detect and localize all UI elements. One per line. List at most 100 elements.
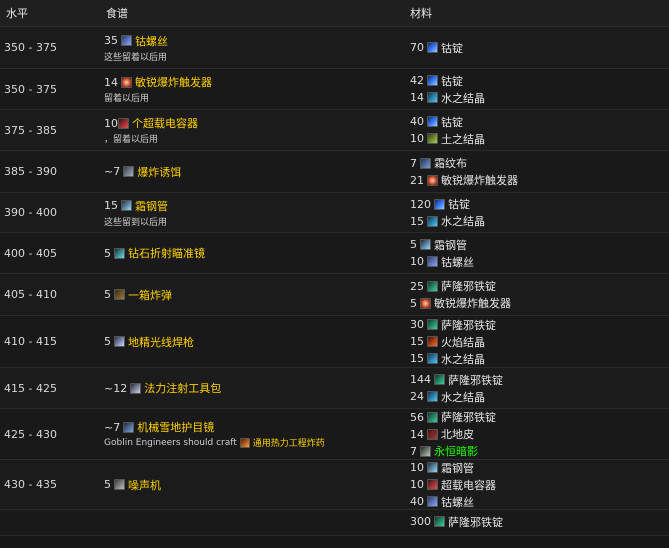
material-link[interactable]: 钴锭 <box>441 73 463 89</box>
material-link[interactable]: 萨隆邪铁锭 <box>441 409 496 425</box>
recipe-link[interactable]: 钴螺丝 <box>135 33 168 49</box>
materials-cell: 25 萨隆邪铁锭 5 敏锐爆炸触发器 <box>404 278 669 312</box>
recipe-note-text: 这些留到以后用 <box>104 217 168 228</box>
recipe-line: 5 钻石折射瞄准镜 <box>104 245 404 262</box>
material-line: 5 敏锐爆炸触发器 <box>410 295 669 312</box>
recipe-line: 14 敏锐爆炸触发器 <box>104 74 404 91</box>
materials-cell: 30 萨隆邪铁锭 15 火焰结晶 15 水之结晶 <box>404 316 669 367</box>
material-link[interactable]: 霜钢管 <box>434 237 467 253</box>
table-row: 430 - 435 5 噪声机 10 霜钢管 10 超载电容器 40 钴螺丝 <box>0 460 669 510</box>
recipe-link[interactable]: 霜钢管 <box>135 198 168 214</box>
recipe-link[interactable]: 一箱炸弹 <box>128 287 172 303</box>
material-link[interactable]: 萨隆邪铁锭 <box>441 278 496 294</box>
recipe-link[interactable]: 机械雪地护目镜 <box>137 419 214 435</box>
material-link[interactable]: 水之结晶 <box>441 351 485 367</box>
material-link[interactable]: 萨隆邪铁锭 <box>448 514 503 530</box>
material-link[interactable]: 霜钢管 <box>441 460 474 476</box>
material-link[interactable]: 钴锭 <box>441 40 463 56</box>
material-link[interactable]: 钴锭 <box>441 114 463 130</box>
material-link[interactable]: 水之结晶 <box>441 90 485 106</box>
recipe-link[interactable]: 个超载电容器 <box>132 115 198 131</box>
material-line: 14 北地皮 <box>410 426 669 443</box>
material-link[interactable]: 霜纹布 <box>434 155 467 171</box>
recipe-quantity: 14 <box>104 75 118 89</box>
recipe-note-text: 这些留着以后用 <box>104 52 168 63</box>
table-row: 385 - 390 ~7 爆炸诱饵 7 霜纹布 21 敏锐爆炸触发器 <box>0 151 669 193</box>
material-line: 70 钴锭 <box>410 39 669 56</box>
material-quantity: 10 <box>410 478 424 491</box>
level-range: 415 - 425 <box>4 381 57 395</box>
level-range: 430 - 435 <box>4 478 57 491</box>
material-link[interactable]: 敏锐爆炸触发器 <box>434 295 511 311</box>
saronite-bar-icon <box>427 319 438 330</box>
cobalt-bar-icon <box>434 198 445 210</box>
table-row: 375 - 385 10 个超载电容器 ，留着以后用 40 钴锭 10 土之结晶 <box>0 110 669 151</box>
material-line: 40 钴锭 <box>410 113 669 130</box>
note-recipe-link[interactable]: 通用热力工程炸药 <box>253 436 325 449</box>
material-link[interactable]: 钴螺丝 <box>441 254 474 270</box>
trigger-icon <box>420 297 431 309</box>
recipe-line: 5 噪声机 <box>104 476 404 493</box>
header-level: 水平 <box>6 7 28 20</box>
recipe-link[interactable]: 法力注射工具包 <box>144 380 221 396</box>
material-line: 21 敏锐爆炸触发器 <box>410 172 669 189</box>
recipe-quantity: 5 <box>104 478 111 491</box>
header-recipe: 食谱 <box>106 7 128 20</box>
material-line: 10 钴螺丝 <box>410 253 669 270</box>
materials-cell: 5 霜钢管 10 钴螺丝 <box>404 236 669 270</box>
frost-tube-icon <box>427 462 438 473</box>
recipe-note-text: ，留着以后用 <box>104 135 159 145</box>
material-link[interactable]: 超载电容器 <box>441 477 496 493</box>
frost-tube-icon <box>121 200 132 211</box>
water-icon <box>427 92 438 103</box>
bait-icon <box>123 166 135 177</box>
material-link[interactable]: 萨隆邪铁锭 <box>448 372 503 388</box>
level-range: 405 - 410 <box>4 288 57 301</box>
recipe-quantity: 10 <box>104 116 118 130</box>
recipe-note: Goblin Engineers should craft 通用热力工程炸药 <box>104 436 404 450</box>
recipe-link[interactable]: 钻石折射瞄准镜 <box>128 245 205 261</box>
recipe-quantity: ~12 <box>104 381 128 395</box>
materials-cell: 40 钴锭 10 土之结晶 <box>404 113 669 147</box>
material-line: 120 钴锭 <box>410 196 669 213</box>
recipe-link[interactable]: 噪声机 <box>128 477 161 493</box>
recipe-link[interactable]: 敏锐爆炸触发器 <box>135 74 212 90</box>
table-row: 390 - 400 15 霜钢管 这些留到以后用 120 钴锭 15 水之结晶 <box>0 193 669 233</box>
recipe-cell: 15 霜钢管这些留到以后用 <box>100 197 404 228</box>
material-line: 7 霜纹布 <box>410 155 669 172</box>
material-link[interactable]: 火焰结晶 <box>441 334 485 350</box>
material-link[interactable]: 萨隆邪铁锭 <box>441 317 496 333</box>
recipe-link[interactable]: 地精光线焊枪 <box>128 334 194 350</box>
recipe-link[interactable]: 爆炸诱饵 <box>137 164 181 180</box>
material-link[interactable]: 土之结晶 <box>441 131 485 147</box>
material-line: 15 水之结晶 <box>410 350 669 367</box>
material-quantity: 15 <box>410 352 424 365</box>
table-row: 350 - 375 14 敏锐爆炸触发器 留着以后用 42 钴锭 14 水之结晶 <box>0 69 669 110</box>
scope-icon <box>114 247 125 259</box>
material-link[interactable]: 钴螺丝 <box>441 494 474 510</box>
material-link[interactable]: 钴锭 <box>448 196 470 212</box>
materials-cell: 10 霜钢管 10 超载电容器 40 钴螺丝 <box>404 459 669 510</box>
level-range: 350 - 375 <box>4 82 57 96</box>
material-line: 40 钴螺丝 <box>410 493 669 510</box>
table-row: 415 - 425 ~12 法力注射工具包 144 萨隆邪铁锭 24 水之结晶 <box>0 368 669 409</box>
material-link[interactable]: 敏锐爆炸触发器 <box>441 172 518 188</box>
recipe-quantity: 15 <box>104 199 118 212</box>
recipe-cell: 5 钻石折射瞄准镜 <box>100 245 404 262</box>
trigger-icon <box>121 76 132 88</box>
material-link[interactable]: 永恒暗影 <box>434 443 478 459</box>
recipe-line: 5 一箱炸弹 <box>104 286 404 303</box>
material-link[interactable]: 水之结晶 <box>441 389 485 405</box>
recipe-note-text: Goblin Engineers should craft <box>104 437 237 448</box>
material-link[interactable]: 北地皮 <box>441 426 474 442</box>
material-quantity: 40 <box>410 115 424 128</box>
water-icon <box>427 215 438 227</box>
material-line: 30 萨隆邪铁锭 <box>410 316 669 333</box>
material-quantity: 5 <box>410 296 417 310</box>
saronite-bar-icon <box>427 280 438 292</box>
material-quantity: 5 <box>410 238 417 251</box>
explosive-icon <box>239 437 250 448</box>
material-link[interactable]: 水之结晶 <box>441 213 485 229</box>
recipe-quantity: ~7 <box>104 420 121 434</box>
recipe-line: ~7 机械雪地护目镜 <box>104 419 404 436</box>
